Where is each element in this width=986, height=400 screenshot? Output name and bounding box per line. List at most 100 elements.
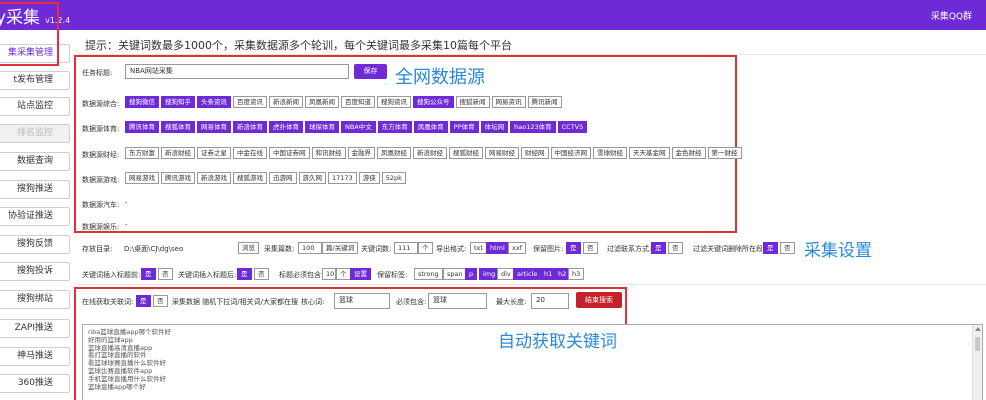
sidebar-item[interactable]: 站点监控 <box>0 97 70 116</box>
source-tag[interactable]: 搜狐新闻 <box>455 96 490 108</box>
source-tag[interactable]: 金色财经 <box>671 147 706 159</box>
filter-keyword-option[interactable]: 是 <box>763 242 778 254</box>
source-tag[interactable]: 凤凰财经 <box>377 147 411 159</box>
filter-contact-option[interactable]: 是 <box>651 242 666 254</box>
source-tag[interactable]: 头条资讯 <box>197 96 231 108</box>
online-keyword-option[interactable]: 否 <box>153 295 168 307</box>
source-tag[interactable]: 新浪游戏 <box>197 172 231 184</box>
sidebar-item[interactable]: 搜狗推送 <box>0 180 70 199</box>
source-row-label: 数据源综合: <box>82 100 120 108</box>
scroll-thumb[interactable] <box>975 337 980 351</box>
online-keyword-option[interactable]: 是 <box>136 295 151 307</box>
source-tag[interactable]: 证券之星 <box>197 147 231 159</box>
textarea-scrollbar[interactable] <box>972 325 982 400</box>
export-format-option[interactable]: txt <box>470 242 487 254</box>
sidebar-item[interactable]: t发布管理 <box>0 71 70 90</box>
keep-tag-option[interactable]: h3 <box>568 268 585 280</box>
source-tag[interactable]: 新浪新闻 <box>269 96 303 108</box>
source-tag[interactable]: NBA中文 <box>341 121 376 133</box>
stop-search-button[interactable]: 结束搜索 <box>576 292 622 308</box>
qq-group-link[interactable]: 采集QQ群 <box>931 9 972 22</box>
sidebar-item[interactable]: 神马推送 <box>0 347 70 366</box>
source-tag[interactable]: 搜狗资讯 <box>377 96 411 108</box>
source-tag[interactable]: 新浪财经 <box>413 147 447 159</box>
browse-button[interactable]: 浏览 <box>238 242 259 254</box>
sidebar-item[interactable]: 搜狗投诉 <box>0 262 70 281</box>
title-must-input[interactable]: 10 <box>322 268 336 280</box>
source-tag[interactable]: 东方财富 <box>125 147 159 159</box>
source-tag[interactable]: PP体育 <box>449 121 479 133</box>
source-tag[interactable]: 17173 <box>328 172 357 184</box>
source-tag[interactable]: 中金在线 <box>233 147 267 159</box>
must-include-input[interactable]: 篮球 <box>428 293 487 309</box>
source-tag[interactable]: CCTV5 <box>557 121 588 133</box>
core-word-input[interactable]: 篮球 <box>334 293 390 309</box>
source-tag[interactable]: 迅游网 <box>269 172 297 184</box>
source-tag[interactable]: 网易体育 <box>197 121 231 133</box>
count-input[interactable]: 100 <box>298 242 322 254</box>
source-tag[interactable]: 搜狗微信 <box>125 96 159 108</box>
source-tag[interactable]: 第一财经 <box>707 147 742 159</box>
keep-tag-option[interactable]: strong <box>414 268 443 280</box>
sidebar-item[interactable]: 搜狗绑站 <box>0 290 70 309</box>
keyword-count-input[interactable]: 111 <box>394 242 418 254</box>
source-tag[interactable]: 腾讯体育 <box>125 121 159 133</box>
source-tag[interactable]: 金融界 <box>347 147 375 159</box>
source-tag[interactable]: 新浪财经 <box>161 147 195 159</box>
sidebar-item[interactable]: 协验证推送 <box>0 207 70 226</box>
source-tag[interactable]: 搜狐游戏 <box>233 172 267 184</box>
source-tag[interactable]: 天天基金网 <box>629 147 670 159</box>
filter-keyword-option[interactable]: 否 <box>780 242 795 254</box>
source-tag[interactable]: 搜狐财经 <box>449 147 483 159</box>
source-tag[interactable]: 凤凰体育 <box>413 121 448 133</box>
insert-title-before-option[interactable]: 是 <box>141 268 156 280</box>
source-tag[interactable]: 体坛网 <box>480 121 509 133</box>
sidebar-item[interactable]: 排名监控 <box>0 124 70 143</box>
keep-tag-option[interactable]: article <box>513 268 542 280</box>
source-tag[interactable]: 52pk <box>381 172 406 184</box>
keep-image-option[interactable]: 是 <box>566 242 581 254</box>
insert-title-after-option[interactable]: 是 <box>237 268 252 280</box>
sidebar-item[interactable]: 搜狗反馈 <box>0 235 70 254</box>
insert-title-after-option[interactable]: 否 <box>254 268 269 280</box>
save-button[interactable]: 保存 <box>354 64 387 79</box>
source-tag[interactable]: 搜狐体育 <box>161 121 195 133</box>
source-tag[interactable]: 凤凰新闻 <box>305 96 339 108</box>
source-tag[interactable]: 搜狗知乎 <box>161 96 195 108</box>
source-tag[interactable]: 雪球财经 <box>593 147 627 159</box>
source-tag[interactable]: 网易游戏 <box>125 172 159 184</box>
source-tag[interactable]: 网易财经 <box>485 147 519 159</box>
sidebar-item[interactable]: 数据查询 <box>0 152 70 171</box>
export-format-option[interactable]: xxf <box>508 242 526 254</box>
source-tag[interactable]: 腾讯新闻 <box>527 96 562 108</box>
source-tag[interactable]: 中国经济网 <box>550 147 591 159</box>
keep-tag-option[interactable]: span <box>443 268 467 280</box>
title-must-set-button[interactable]: 设置 <box>350 268 371 280</box>
keep-image-option[interactable]: 否 <box>583 242 598 254</box>
source-tag[interactable]: hao123体育 <box>510 121 556 133</box>
max-length-input[interactable]: 20 <box>531 293 569 309</box>
source-tag[interactable]: 和讯财经 <box>311 147 346 159</box>
source-tag[interactable]: 新浪体育 <box>233 121 267 133</box>
filter-contact-option[interactable]: 否 <box>668 242 683 254</box>
source-tag[interactable]: 网易资讯 <box>491 96 526 108</box>
source-tag[interactable]: 财经网 <box>521 147 549 159</box>
sidebar-item[interactable]: 360推送 <box>0 374 70 393</box>
source-tag[interactable]: 百度资讯 <box>233 96 267 108</box>
keep-tag-option[interactable]: p <box>465 268 478 280</box>
filter-contact-label: 过滤联系方式: <box>607 245 652 253</box>
task-title-input[interactable]: NBA网站采集 <box>125 64 349 79</box>
source-tag[interactable]: 东方体育 <box>377 121 412 133</box>
insert-title-before-option[interactable]: 否 <box>158 268 173 280</box>
source-tag[interactable]: 搜狗公众号 <box>413 96 454 108</box>
sidebar-item[interactable]: ZAPI推送 <box>0 319 70 338</box>
source-tag[interactable]: 球探体育 <box>305 121 339 133</box>
scroll-up-icon[interactable] <box>975 327 981 331</box>
source-tag[interactable]: 游久网 <box>298 172 326 184</box>
source-tag[interactable]: 百度知道 <box>341 96 375 108</box>
source-tag[interactable]: 腾讯游戏 <box>161 172 195 184</box>
source-tag[interactable]: 中国证券网 <box>269 147 310 159</box>
export-format-option[interactable]: html <box>486 242 509 254</box>
source-tag[interactable]: 游侠 <box>358 172 380 184</box>
source-tag[interactable]: 虎扑体育 <box>269 121 303 133</box>
